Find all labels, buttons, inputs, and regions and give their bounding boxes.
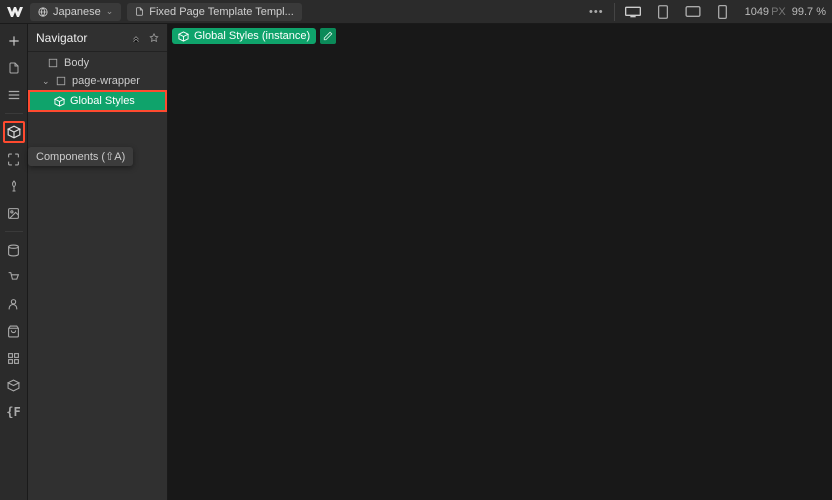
tree-node-global-styles[interactable]: Global Styles [30, 92, 165, 110]
viewport-width[interactable]: 1049PX [745, 6, 786, 18]
language-selector[interactable]: Japanese ⌄ [30, 3, 121, 21]
users-button[interactable] [3, 293, 25, 315]
left-toolbar: {F Components (⇧A) [0, 24, 28, 500]
tree-node-global-styles-highlight: Global Styles [28, 90, 167, 112]
page-icon [135, 6, 144, 17]
selected-element-pill[interactable]: Global Styles (instance) [172, 28, 316, 44]
navigator-tree: Body ⌄ page-wrapper Global Styles [28, 52, 167, 112]
language-label: Japanese [53, 6, 101, 18]
component-icon [54, 96, 65, 107]
cms-button[interactable] [3, 239, 25, 261]
style-button[interactable] [3, 175, 25, 197]
toolbar-separator [5, 231, 23, 232]
canvas[interactable]: Global Styles (instance) [168, 24, 832, 500]
navigator-title: Navigator [36, 31, 131, 45]
toolbar-separator [5, 113, 23, 114]
globe-icon [38, 7, 48, 17]
cube-button[interactable] [3, 374, 25, 396]
tablet-landscape-icon[interactable] [685, 5, 701, 19]
edit-component-button[interactable] [320, 28, 336, 44]
logic-button[interactable] [3, 320, 25, 342]
collapse-icon[interactable] [131, 33, 141, 43]
breakpoint-switcher [625, 5, 739, 19]
navigator-panel: Navigator Body ⌄ [28, 24, 168, 500]
selection-breadcrumb: Global Styles (instance) [172, 28, 336, 44]
tree-label: Body [64, 57, 89, 69]
desktop-large-icon[interactable] [625, 5, 641, 19]
component-icon [178, 31, 189, 42]
mobile-icon[interactable] [715, 5, 731, 19]
ecommerce-button[interactable] [3, 266, 25, 288]
variables-button[interactable] [3, 148, 25, 170]
pages-button[interactable] [3, 57, 25, 79]
pin-icon[interactable] [149, 33, 159, 43]
more-menu[interactable]: ••• [589, 6, 604, 18]
template-label: Fixed Page Template Templ... [149, 6, 294, 18]
breadcrumb-label: Global Styles (instance) [194, 30, 310, 42]
app-logo[interactable] [6, 3, 24, 21]
tree-node-body[interactable]: Body [28, 54, 167, 72]
tree-label: page-wrapper [72, 75, 140, 87]
add-element-button[interactable] [3, 30, 25, 52]
tree-node-page-wrapper[interactable]: ⌄ page-wrapper [28, 72, 167, 90]
navigator-button[interactable] [3, 84, 25, 106]
tablet-portrait-icon[interactable] [655, 5, 671, 19]
body-icon [47, 57, 59, 69]
collapse-caret-icon[interactable]: ⌄ [42, 76, 50, 87]
chevron-down-icon: ⌄ [106, 6, 114, 17]
apps-button[interactable] [3, 347, 25, 369]
tree-label: Global Styles [70, 95, 135, 107]
div-icon [55, 75, 67, 87]
find-button[interactable]: {F [3, 401, 25, 423]
navigator-header: Navigator [28, 24, 167, 52]
page-template-chip[interactable]: Fixed Page Template Templ... [127, 3, 302, 21]
components-tooltip: Components (⇧A) [28, 147, 133, 166]
top-bar: Japanese ⌄ Fixed Page Template Templ... … [0, 0, 832, 24]
components-button[interactable] [3, 121, 25, 143]
divider [614, 3, 615, 21]
zoom-level[interactable]: 99.7 % [792, 6, 826, 18]
assets-button[interactable] [3, 202, 25, 224]
